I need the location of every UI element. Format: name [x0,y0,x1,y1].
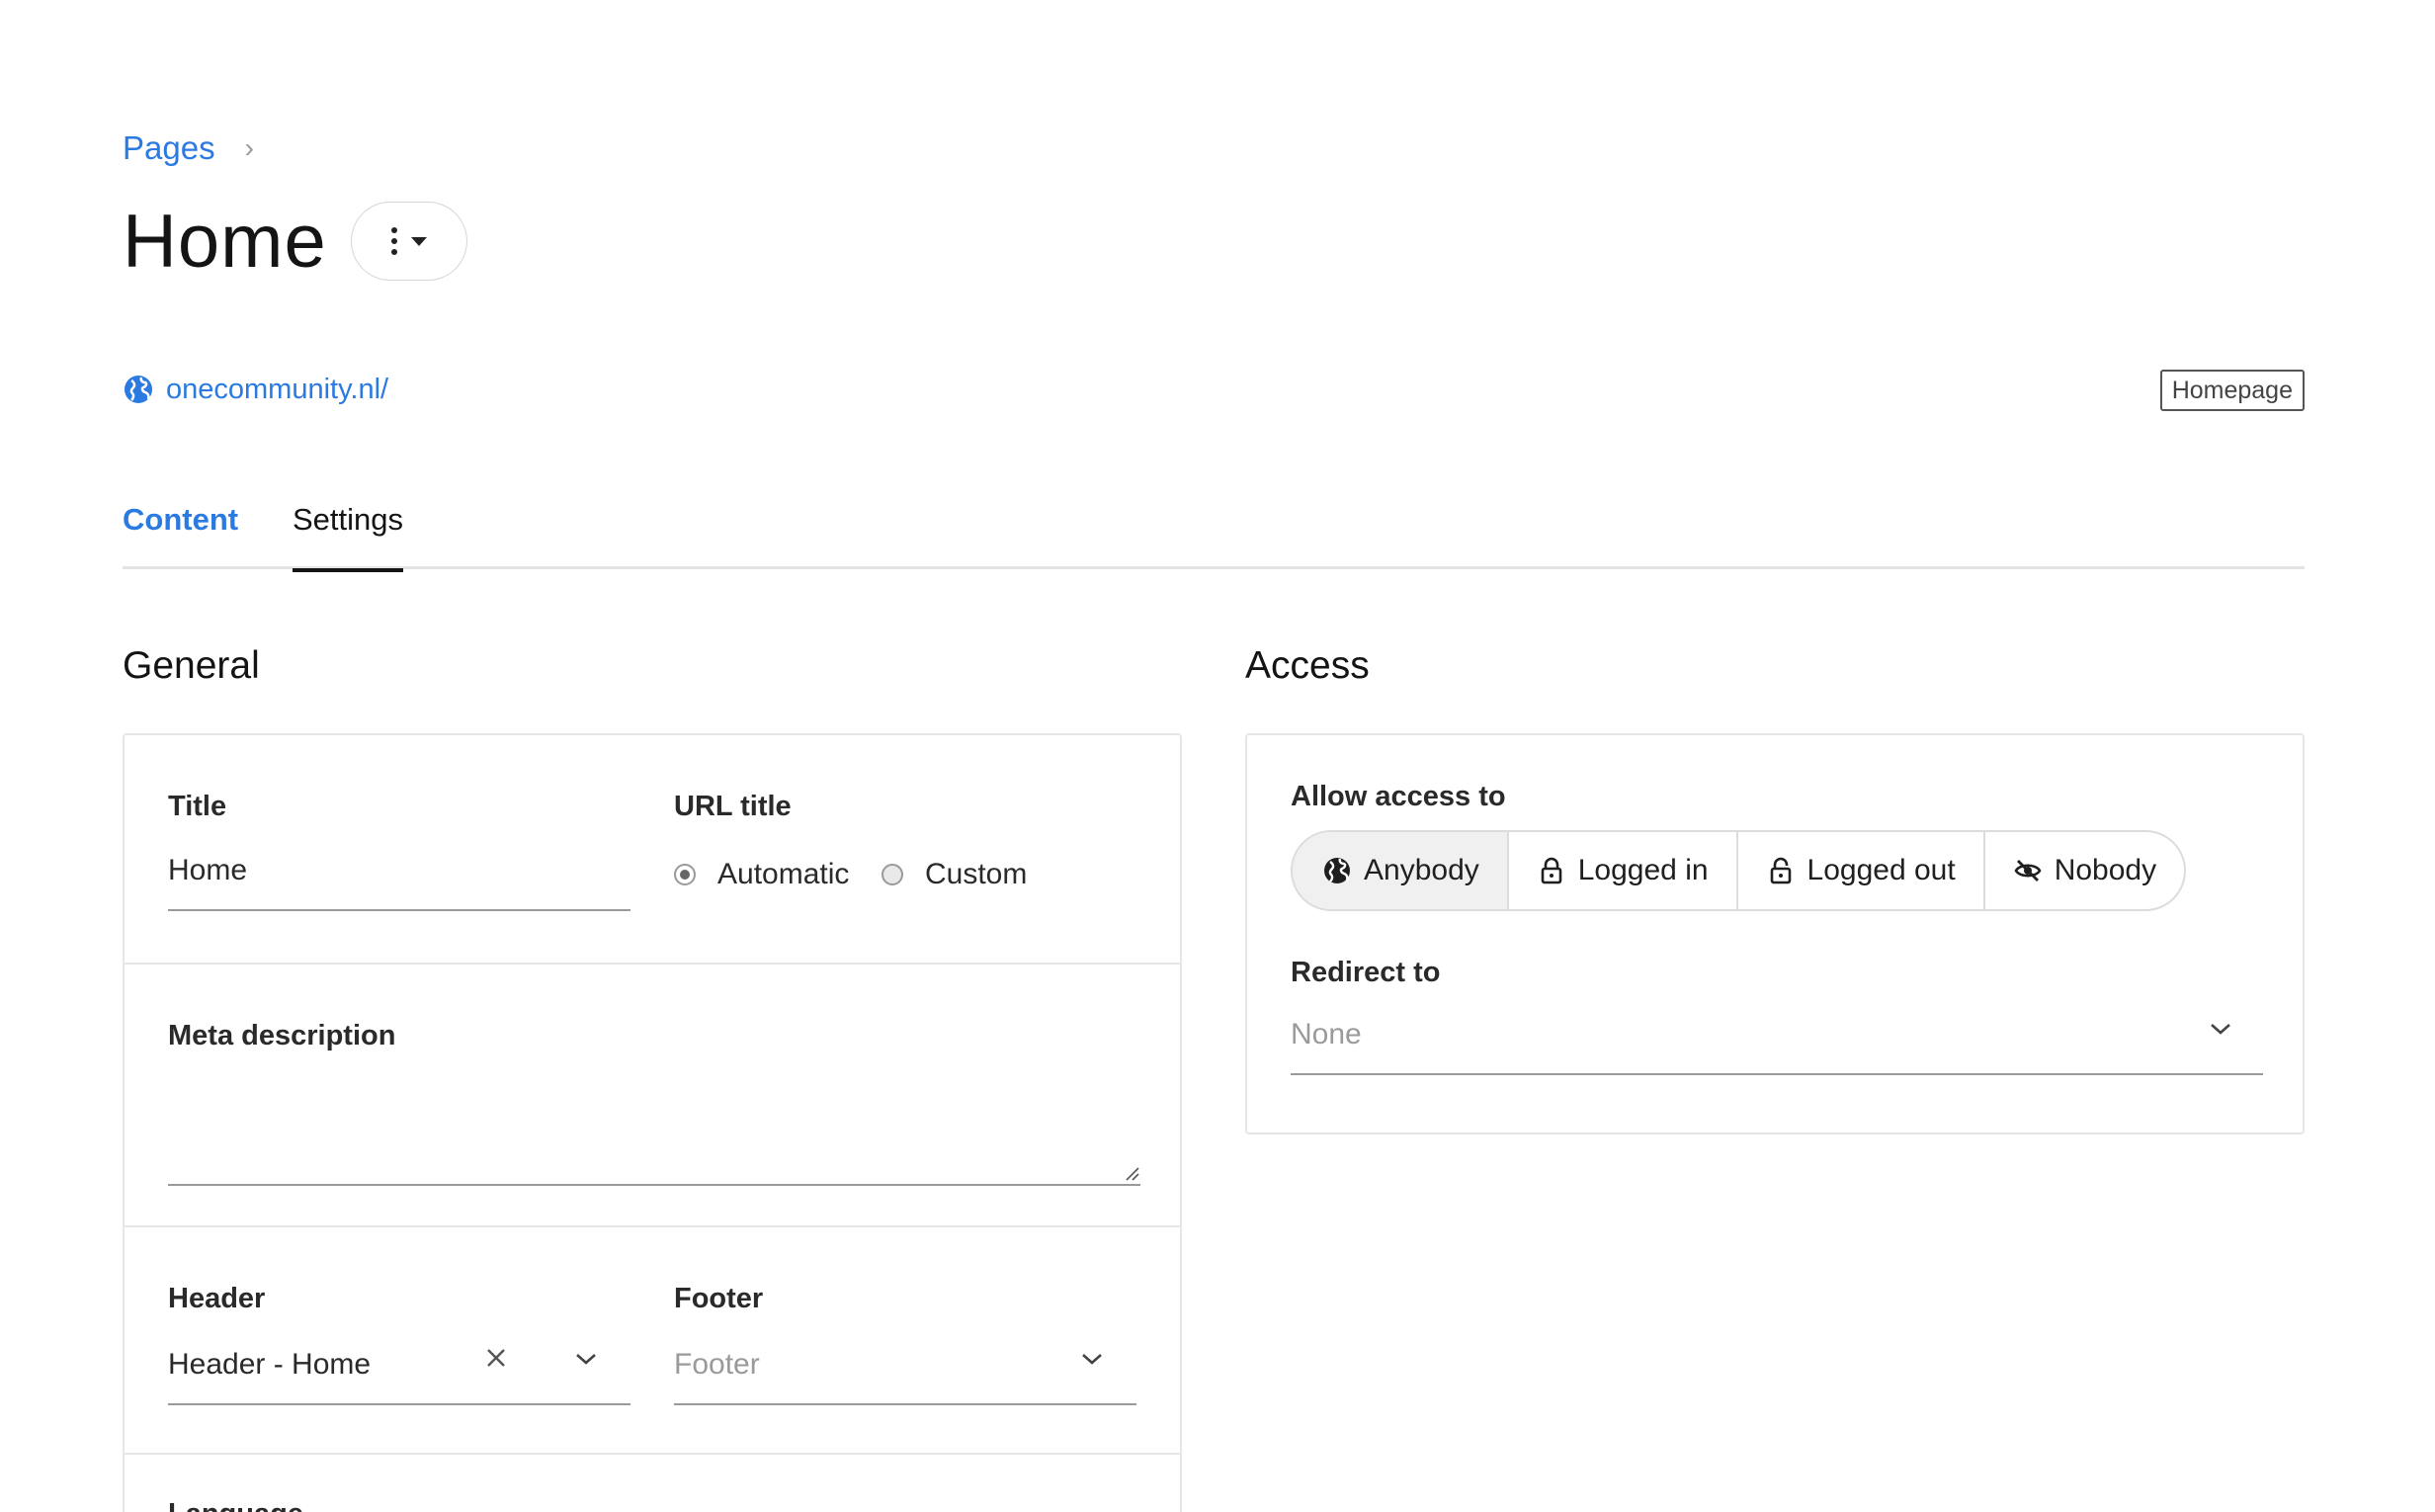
radio-label: Automatic [717,858,850,890]
access-option-label: Logged in [1577,854,1709,886]
divider [125,963,1180,965]
tab-content[interactable]: Content [123,498,238,569]
url-title-custom-radio[interactable]: Custom [882,858,1027,891]
general-heading: General [123,644,260,687]
page-root: Pages › Home onecommunity.nl/ Homepage C… [123,0,2305,1512]
access-card: Allow access to Anybody Logged in Logged… [1245,733,2305,1134]
radio-label: Custom [925,858,1028,890]
language-label: Language [168,1498,303,1512]
chevron-down-icon [2211,1024,2230,1035]
header-select-value: Header - Home [168,1348,372,1381]
footer-select[interactable]: Footer [674,1324,1136,1405]
caret-down-icon [410,236,427,246]
access-option-nobody[interactable]: Nobody [1982,832,2184,909]
page-url-row: onecommunity.nl/ [123,372,388,407]
redirect-select-placeholder: None [1291,1018,1362,1050]
tab-bar: Content Settings [123,498,2305,572]
access-heading: Access [1245,644,1370,687]
globe-icon [125,376,152,403]
page-title: Home [123,199,327,284]
redirect-select[interactable]: None [1291,994,2263,1075]
title-label: Title [168,791,227,822]
close-icon[interactable] [484,1346,508,1370]
meta-description-textarea[interactable] [168,1067,1140,1186]
access-segmented-control: Anybody Logged in Logged out Nobody [1291,830,2187,911]
meta-description-label: Meta description [168,1020,396,1051]
header-select[interactable]: Header - Home [168,1324,630,1405]
radio-unchecked-icon [882,864,903,885]
page-url-link[interactable]: onecommunity.nl/ [166,374,388,406]
title-input[interactable]: Home [168,830,630,911]
breadcrumb-pages-link[interactable]: Pages [123,129,215,167]
tab-settings[interactable]: Settings [293,498,404,572]
access-option-label: Logged out [1806,854,1956,886]
access-option-label: Nobody [2054,854,2157,886]
more-vertical-icon [390,227,397,255]
chevron-down-icon [1082,1354,1102,1365]
breadcrumb: Pages › [123,126,254,170]
breadcrumb-separator: › [244,132,254,163]
divider [125,1453,1180,1455]
homepage-badge: Homepage [2159,370,2305,411]
access-option-anybody[interactable]: Anybody [1293,832,1507,909]
title-row: Home [123,194,467,289]
access-option-logged-out[interactable]: Logged out [1735,832,1983,909]
eye-slash-icon [2014,860,2042,882]
redirect-to-label: Redirect to [1291,957,1441,988]
access-option-label: Anybody [1364,854,1479,886]
radio-checked-icon [674,864,696,885]
globe-icon [1324,858,1350,883]
title-input-value: Home [168,854,248,886]
url-title-automatic-radio[interactable]: Automatic [674,858,849,891]
allow-access-label: Allow access to [1291,781,1506,812]
access-option-logged-in[interactable]: Logged in [1506,832,1736,909]
resize-grip-icon[interactable] [1123,1164,1140,1182]
general-card: Title Home URL title Automatic Custom Me… [123,733,1182,1512]
unlock-icon [1770,857,1791,884]
chevron-down-icon [576,1354,596,1365]
page-actions-menu-button[interactable] [350,202,467,281]
url-title-label: URL title [674,791,792,822]
lock-icon [1541,857,1562,884]
header-label: Header [168,1283,266,1314]
footer-label: Footer [674,1283,764,1314]
divider [125,1225,1180,1227]
footer-select-placeholder: Footer [674,1348,760,1381]
